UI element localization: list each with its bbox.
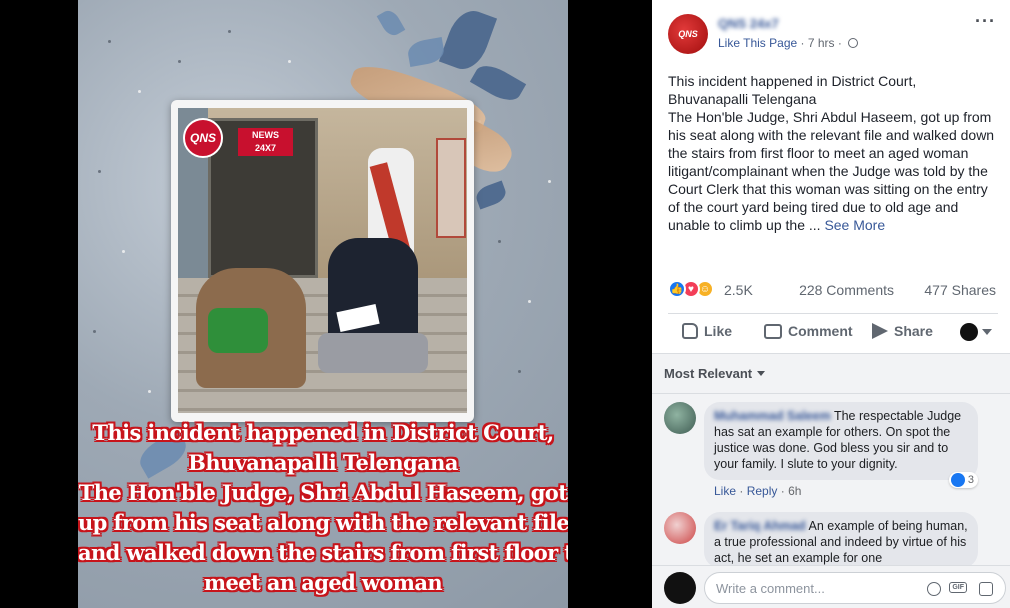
post-side-panel: QNS QNS 24x7 Like This Page · 7 hrs · ··… [652, 0, 1010, 608]
photo-frame: QNS NEWS 24X7 [171, 100, 474, 422]
comment-button[interactable]: Comment [764, 323, 853, 339]
comment-composer: Write a comment... GIF [652, 565, 1010, 608]
thumbs-up-icon [682, 323, 698, 339]
like-button[interactable]: Like [682, 323, 732, 339]
share-button-label: Share [894, 323, 933, 339]
caption-line: meet an aged woman [203, 570, 443, 595]
commenter-avatar[interactable] [664, 512, 696, 544]
share-arrow-icon [872, 323, 888, 339]
leaf-decoration [473, 180, 509, 210]
post-text-line: The Hon'ble Judge, Shri Abdul Haseem, go… [668, 109, 995, 233]
post-text-body: The Hon'ble Judge, Shri Abdul Haseem, go… [668, 108, 998, 234]
speck [528, 300, 531, 303]
emoji-icon[interactable] [927, 582, 941, 596]
caption-line: The Hon'ble Judge, Shri Abdul Haseem, go… [78, 480, 568, 505]
speck [498, 240, 501, 243]
comment-button-label: Comment [788, 323, 853, 339]
post-meta: Like This Page · 7 hrs · [718, 36, 859, 50]
caption-line: Bhuvanapalli Telengana [188, 450, 458, 475]
speck [98, 170, 101, 173]
comment-sort-dropdown[interactable]: Most Relevant [664, 366, 766, 381]
meta-separator: · [837, 36, 846, 50]
post-text: This incident happened in District Court… [668, 72, 998, 234]
speck [93, 330, 96, 333]
comment-count[interactable]: 228 Comments [799, 282, 894, 298]
news-tag: NEWS 24X7 [238, 128, 293, 156]
chevron-down-icon [757, 371, 766, 376]
comment-reaction-count: 3 [967, 474, 974, 486]
caption-line: and walked down the stairs from first fl… [78, 540, 568, 565]
reactions-summary: 👍 ♥ ☺ 2.5K 228 Comments 477 Shares [668, 279, 998, 301]
photo-judge-legs [318, 333, 428, 373]
comment-input[interactable]: Write a comment... GIF [704, 572, 1006, 604]
comment-reply-link[interactable]: Reply [747, 484, 778, 498]
court-photo: QNS NEWS 24X7 [178, 108, 467, 413]
see-more-link[interactable]: See More [824, 217, 885, 233]
comment-bubble-icon [764, 323, 782, 339]
speck [228, 30, 231, 33]
qns-logo: QNS [183, 118, 223, 158]
comment-bubble: Er Tariq Ahmad An example of being human… [704, 512, 978, 568]
viewer-avatar [960, 323, 978, 341]
like-button-label: Like [704, 323, 733, 339]
comment-like-link[interactable]: Like [714, 484, 736, 498]
caption-line: up from his seat along with the relevant… [78, 510, 568, 535]
meta-separator: · [780, 484, 789, 498]
globe-icon [848, 38, 859, 48]
speck [178, 60, 181, 63]
commenter-avatar[interactable] [664, 402, 696, 434]
meta-separator: · [739, 484, 747, 498]
post-action-bar: Like Comment Share [668, 313, 998, 353]
comment-time[interactable]: 6h [788, 484, 801, 498]
facebook-photo-viewer: QNS NEWS 24X7 This incident happened in … [0, 0, 1010, 608]
speck [122, 250, 125, 253]
leaf-decoration [469, 59, 527, 107]
photo-viewer-media[interactable]: QNS NEWS 24X7 This incident happened in … [0, 0, 652, 608]
caption-line: This incident happened in District Court… [92, 420, 554, 445]
speck [288, 60, 291, 63]
post-header: QNS QNS 24x7 Like This Page · 7 hrs · ··… [666, 12, 996, 56]
like-page-link[interactable]: Like This Page [718, 36, 797, 50]
news-tag-top: NEWS [252, 130, 279, 140]
speck [138, 90, 141, 93]
speck [148, 390, 151, 393]
like-reaction-icon [950, 473, 965, 487]
share-count[interactable]: 477 Shares [924, 282, 996, 298]
divider [652, 393, 1010, 394]
post-text-line: This incident happened in District Court… [668, 73, 917, 89]
post-time[interactable]: 7 hrs [808, 36, 835, 50]
leaf-decoration [406, 37, 446, 67]
comment-sort-label: Most Relevant [664, 366, 753, 381]
gif-icon[interactable]: GIF [949, 582, 967, 593]
meta-separator: · [800, 36, 808, 50]
more-options-icon[interactable]: ··· [975, 12, 996, 30]
commenter-name[interactable]: Er Tariq Ahmad [714, 519, 806, 533]
post-image: QNS NEWS 24X7 This incident happened in … [78, 0, 568, 608]
leaf-decoration [438, 4, 498, 76]
speck [108, 40, 111, 43]
share-button[interactable]: Share [872, 323, 933, 339]
image-caption: This incident happened in District Court… [78, 418, 568, 598]
photo-woman-blouse [208, 308, 268, 353]
like-reaction-icon[interactable]: 👍 [668, 280, 686, 298]
comment-actions: Like · Reply · 6h [714, 484, 801, 498]
commenter-name[interactable]: Muhammad Saleem [714, 409, 831, 423]
viewer-avatar [664, 572, 696, 604]
speck [548, 180, 551, 183]
speck [518, 370, 521, 373]
comment-bubble: Muhammad Saleem The respectable Judge ha… [704, 402, 978, 480]
page-avatar[interactable]: QNS [668, 14, 708, 54]
comment-reactions[interactable]: 3 [948, 472, 978, 488]
post-text-line: Bhuvanapalli Telengana [668, 91, 817, 107]
leaf-decoration [376, 7, 406, 39]
comment-input-placeholder: Write a comment... [716, 580, 825, 596]
react-as-selector[interactable] [960, 323, 992, 341]
news-tag-bottom: 24X7 [254, 143, 277, 153]
sticker-icon[interactable] [979, 582, 993, 596]
photo-wall-poster [436, 138, 466, 238]
chevron-down-icon [982, 329, 992, 335]
reaction-count[interactable]: 2.5K [724, 282, 753, 298]
page-name[interactable]: QNS 24x7 [718, 16, 779, 31]
